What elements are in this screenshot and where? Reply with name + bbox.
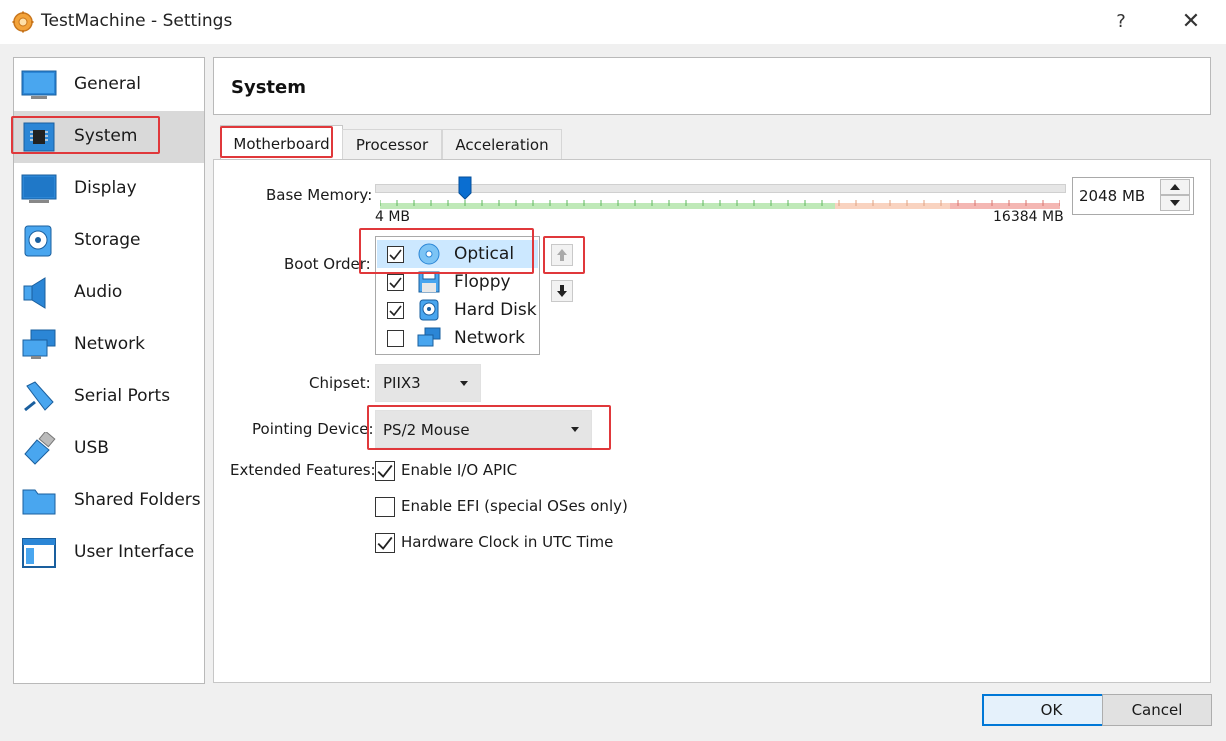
user-interface-icon — [22, 538, 56, 568]
sidebar-item-system[interactable]: System — [14, 111, 204, 163]
boot-item-label: Floppy — [454, 272, 511, 292]
display-icon — [21, 174, 57, 203]
audio-icon — [23, 277, 46, 309]
sidebar-item-label: General — [74, 74, 141, 94]
boot-item-network[interactable]: Network — [377, 324, 538, 352]
settings-sidebar: General System Display Storage Audio Net… — [13, 57, 205, 684]
general-icon — [21, 70, 57, 99]
serial-ports-icon — [24, 381, 54, 412]
memory-slider-ticks — [380, 200, 1060, 209]
memory-slider-track[interactable] — [375, 184, 1066, 193]
extended-features-label: Extended Features: — [230, 461, 376, 479]
sidebar-item-shared-folders[interactable]: Shared Folders — [14, 475, 204, 527]
memory-value: 2048 MB — [1079, 187, 1146, 205]
boot-item-hard-disk[interactable]: Hard Disk — [377, 296, 538, 324]
network-icon — [417, 327, 441, 347]
boot-item-floppy[interactable]: Floppy — [377, 268, 538, 296]
cancel-button[interactable]: Cancel — [1102, 694, 1212, 726]
memory-slider-thumb[interactable] — [458, 176, 472, 200]
sidebar-item-label: Audio — [74, 282, 123, 302]
pointing-device-dropdown[interactable]: PS/2 Mouse — [375, 410, 592, 448]
chipset-label: Chipset: — [309, 374, 371, 392]
boot-item-label: Hard Disk — [454, 300, 537, 320]
sidebar-item-serial-ports[interactable]: Serial Ports — [14, 371, 204, 423]
system-icon — [23, 122, 55, 152]
window-title: TestMachine - Settings — [41, 11, 233, 31]
optical-disc-icon — [418, 243, 440, 265]
chipset-value: PIIX3 — [383, 374, 421, 392]
sidebar-item-label: System — [74, 126, 138, 146]
storage-icon — [24, 225, 52, 257]
sidebar-item-label: Serial Ports — [74, 386, 171, 406]
boot-order-label: Boot Order: — [284, 255, 371, 273]
arrow-down-icon — [557, 285, 567, 297]
efi-label[interactable]: Enable EFI (special OSes only) — [401, 497, 628, 515]
memory-max-label: 16384 MB — [993, 209, 1064, 225]
floppy-icon — [418, 271, 440, 293]
io-apic-label[interactable]: Enable I/O APIC — [401, 461, 517, 479]
sidebar-item-label: USB — [74, 438, 109, 458]
shared-folders-icon — [22, 489, 56, 515]
memory-min-label: 4 MB — [375, 209, 411, 225]
pointing-device-label: Pointing Device: — [252, 420, 374, 438]
sidebar-item-label: Network — [74, 334, 145, 354]
tab-acceleration[interactable]: Acceleration — [442, 129, 562, 161]
usb-icon — [24, 432, 56, 465]
boot-item-label: Optical — [454, 244, 515, 264]
base-memory-label: Base Memory: — [266, 186, 373, 204]
sidebar-item-label: Display — [74, 178, 137, 198]
tab-processor[interactable]: Processor — [342, 129, 442, 161]
pointing-device-value: PS/2 Mouse — [383, 421, 470, 439]
arrow-up-icon — [557, 249, 567, 261]
boot-item-optical[interactable]: Optical — [377, 240, 538, 268]
utc-clock-label[interactable]: Hardware Clock in UTC Time — [401, 533, 613, 551]
app-gear-icon — [12, 11, 34, 33]
sidebar-item-label: User Interface — [74, 542, 195, 562]
ok-button[interactable]: OK — [982, 694, 1121, 726]
sidebar-item-label: Storage — [74, 230, 141, 250]
network-checkbox[interactable] — [387, 330, 404, 347]
network-icon — [22, 329, 56, 359]
sidebar-item-display[interactable]: Display — [14, 163, 204, 215]
help-button[interactable]: ? — [1108, 8, 1134, 36]
chevron-down-icon — [460, 381, 468, 386]
chevron-down-icon — [571, 427, 579, 432]
sidebar-item-network[interactable]: Network — [14, 319, 204, 371]
optical-checkbox[interactable] — [387, 246, 404, 263]
floppy-checkbox[interactable] — [387, 274, 404, 291]
sidebar-item-usb[interactable]: USB — [14, 423, 204, 475]
page-header: System — [213, 57, 1211, 115]
boot-item-label: Network — [454, 328, 525, 348]
sidebar-item-audio[interactable]: Audio — [14, 267, 204, 319]
sidebar-item-label: Shared Folders — [74, 490, 201, 510]
move-down-button[interactable] — [551, 280, 573, 302]
sidebar-item-user-interface[interactable]: User Interface — [14, 527, 204, 579]
sidebar-item-storage[interactable]: Storage — [14, 215, 204, 267]
close-button[interactable]: ✕ — [1176, 6, 1206, 38]
chipset-dropdown[interactable]: PIIX3 — [375, 364, 481, 402]
tab-motherboard[interactable]: Motherboard — [220, 125, 343, 161]
memory-spin-buttons[interactable] — [1160, 179, 1190, 211]
move-up-button[interactable] — [551, 244, 573, 266]
title-bar: TestMachine - Settings ? ✕ — [0, 0, 1226, 44]
page-title: System — [231, 77, 306, 98]
sidebar-item-general[interactable]: General — [14, 59, 204, 111]
boot-order-list[interactable]: Optical Floppy Hard Disk Network — [375, 236, 540, 355]
efi-checkbox[interactable] — [375, 497, 395, 517]
hard-disk-icon — [419, 299, 439, 321]
hard-disk-checkbox[interactable] — [387, 302, 404, 319]
io-apic-checkbox[interactable] — [375, 461, 395, 481]
utc-clock-checkbox[interactable] — [375, 533, 395, 553]
